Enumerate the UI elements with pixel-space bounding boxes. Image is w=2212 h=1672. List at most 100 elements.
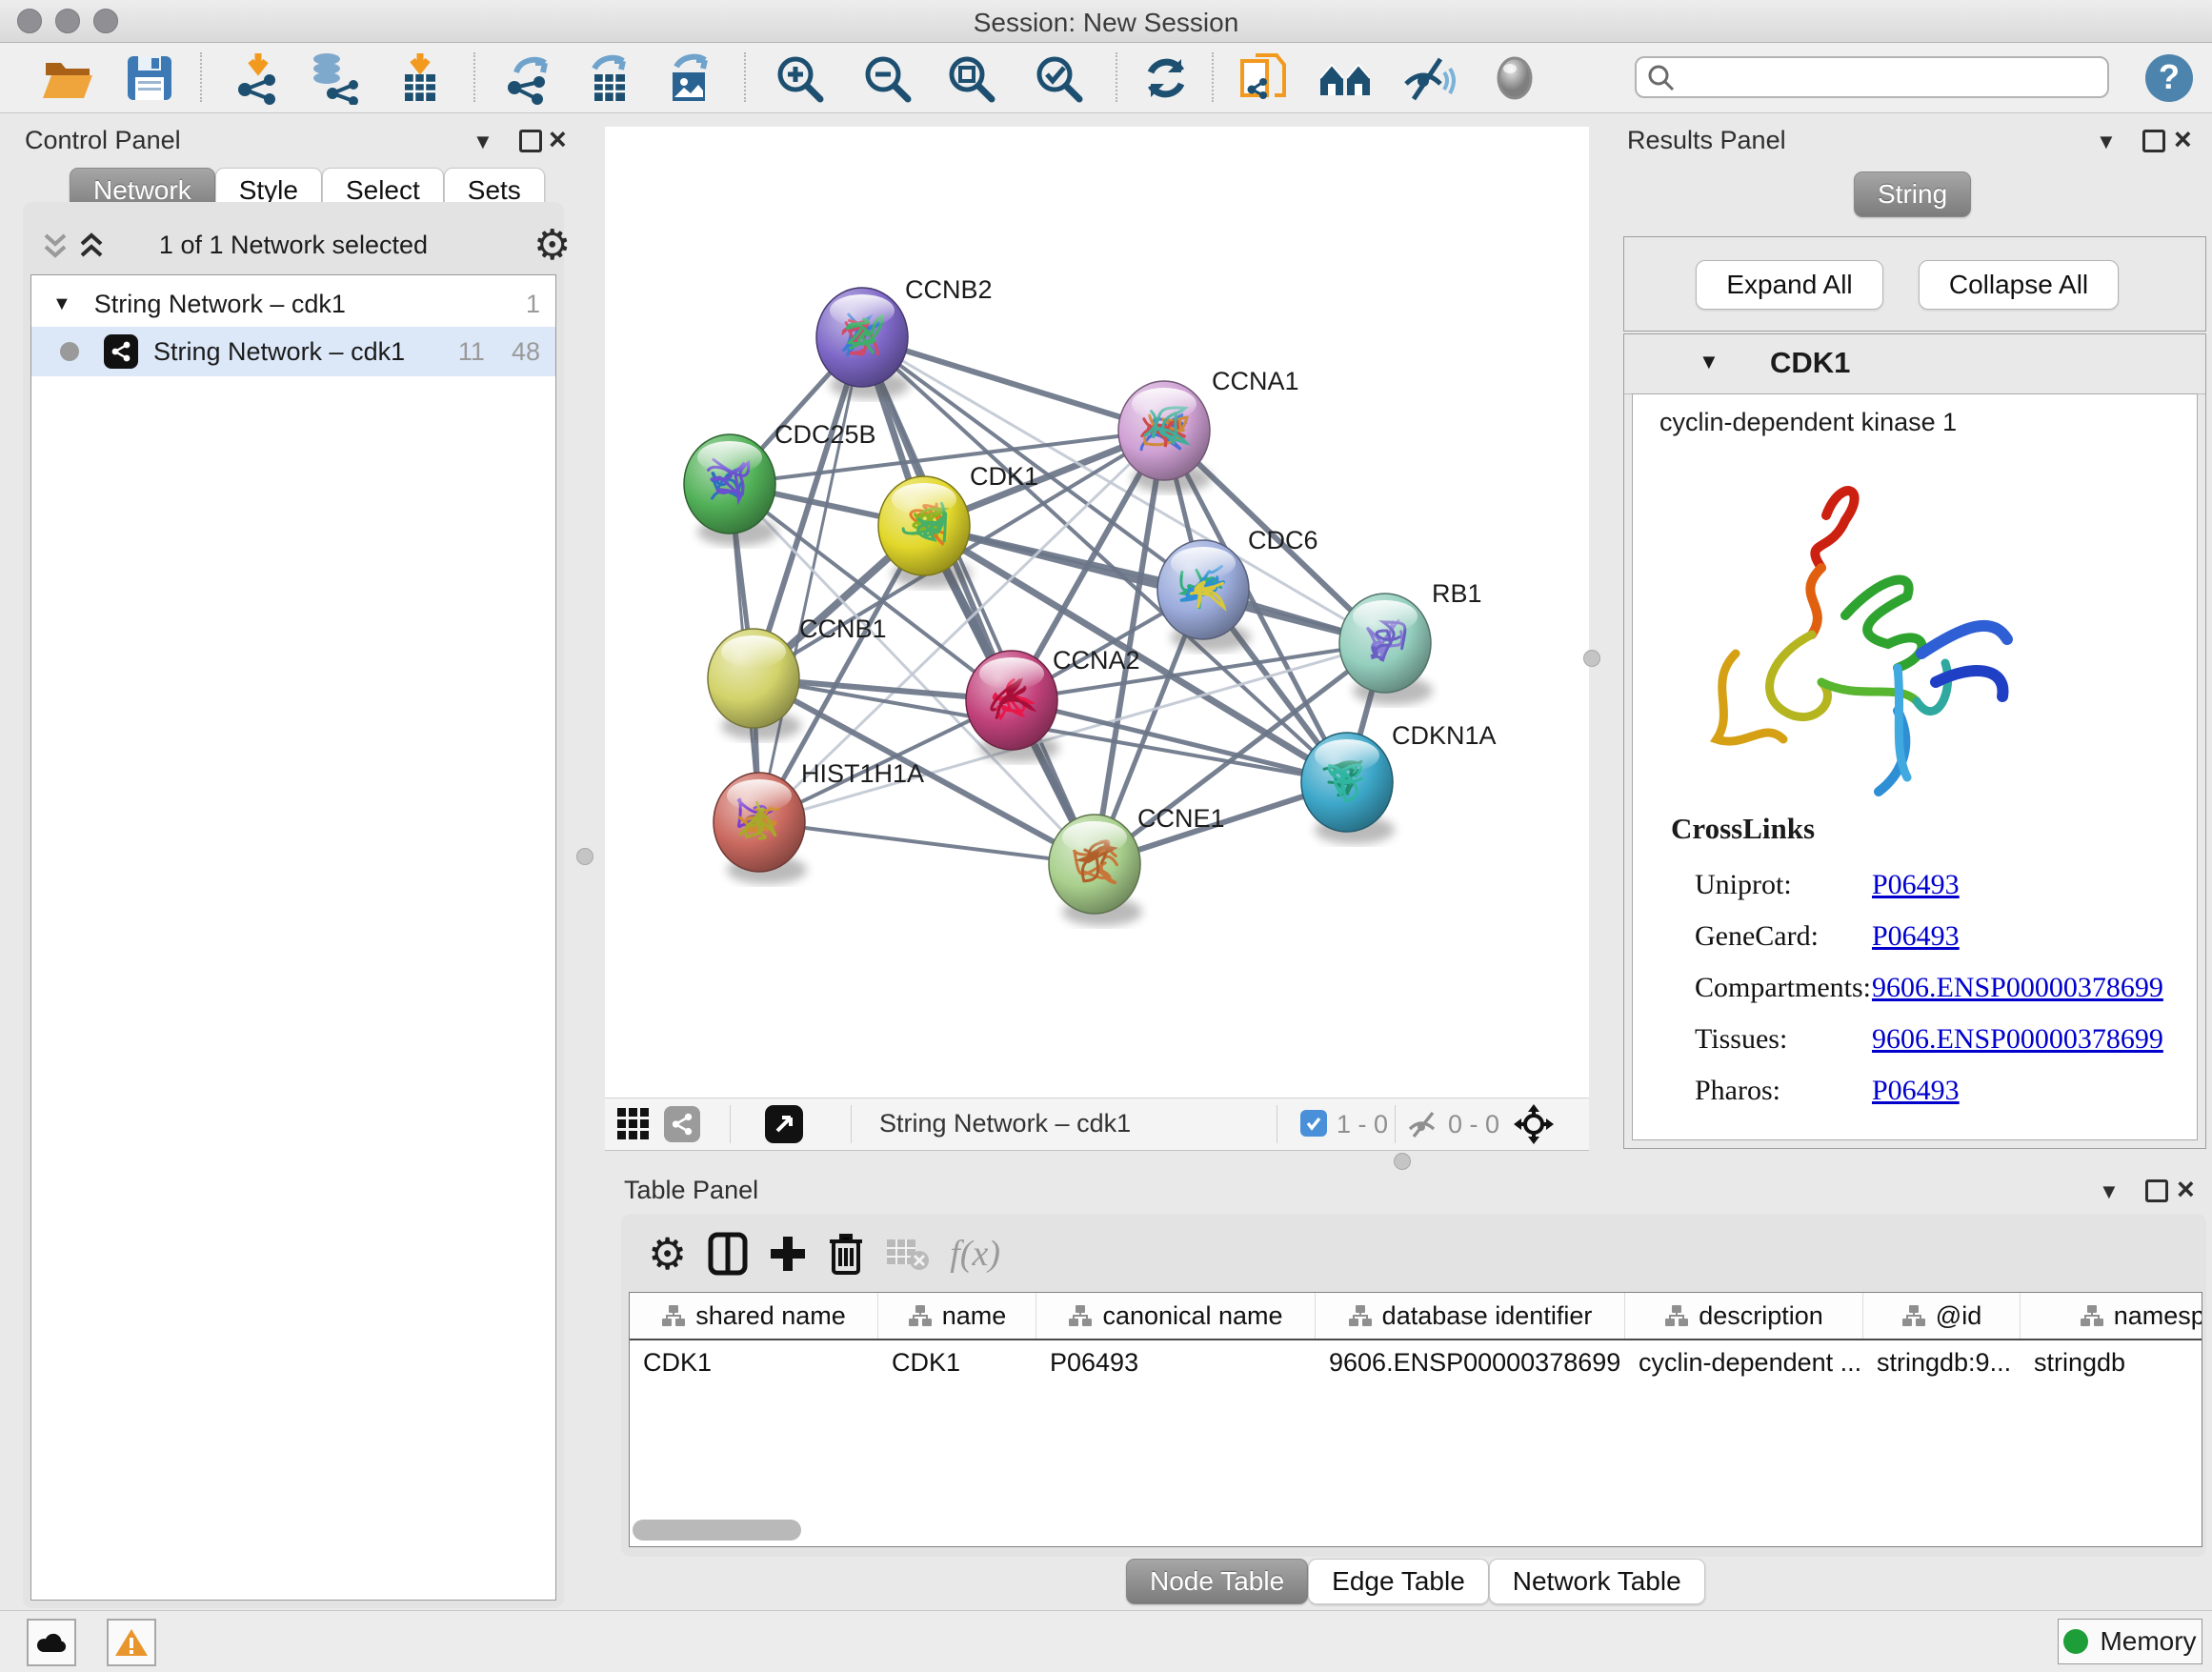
tab-edge-table[interactable]: Edge Table xyxy=(1308,1559,1489,1604)
import-network-database-icon[interactable] xyxy=(307,50,362,106)
network-node-CDKN1A[interactable] xyxy=(1301,733,1395,844)
control-panel-collapse-icon[interactable]: ▼ xyxy=(473,131,493,152)
control-panel-float-icon[interactable] xyxy=(519,130,542,152)
network-node-HIST1H1A[interactable] xyxy=(714,773,807,884)
crosslink-label: GeneCard: xyxy=(1695,920,1872,953)
table-cell[interactable]: cyclin-dependent ... xyxy=(1625,1348,1863,1378)
network-node-CCNA1[interactable] xyxy=(1118,381,1212,493)
table-panel-close-icon[interactable]: × xyxy=(2177,1174,2195,1204)
column-header-name[interactable]: name xyxy=(878,1293,1036,1339)
import-network-icon[interactable] xyxy=(232,50,288,106)
network-node-RB1[interactable] xyxy=(1339,594,1433,705)
column-header-shared-name[interactable]: shared name xyxy=(630,1293,878,1339)
table-cell[interactable]: CDK1 xyxy=(630,1348,878,1378)
tab-network-table[interactable]: Network Table xyxy=(1489,1559,1705,1604)
crosslink-tissues-link[interactable]: 9606.ENSP00000378699 xyxy=(1872,1023,2163,1056)
import-table-icon[interactable] xyxy=(392,50,448,106)
search-input[interactable] xyxy=(1635,56,2109,98)
export-network-icon[interactable] xyxy=(502,50,557,106)
hide-selected-icon[interactable] xyxy=(1401,50,1457,106)
gear-icon[interactable]: ⚙ xyxy=(533,221,571,270)
left-splitter-handle[interactable] xyxy=(576,848,593,865)
table-cell[interactable]: stringdb xyxy=(2021,1348,2202,1378)
eye-icon[interactable] xyxy=(1487,50,1542,106)
selected-checkbox-icon[interactable] xyxy=(1300,1110,1327,1137)
gear-icon[interactable]: ⚙ xyxy=(648,1228,687,1279)
right-splitter-handle[interactable] xyxy=(1583,650,1600,667)
save-session-icon[interactable] xyxy=(122,50,177,106)
column-header-description[interactable]: description xyxy=(1625,1293,1863,1339)
network-node-CDK1[interactable] xyxy=(878,476,972,588)
warning-icon xyxy=(114,1627,149,1658)
column-header-id[interactable]: @id xyxy=(1863,1293,2021,1339)
network-node-CCNE1[interactable] xyxy=(1049,815,1142,926)
add-column-icon[interactable] xyxy=(769,1235,807,1273)
search-icon xyxy=(1646,63,1677,93)
results-panel-float-icon[interactable] xyxy=(2142,130,2165,152)
zoom-in-icon[interactable] xyxy=(772,50,827,106)
table-row[interactable]: CDK1CDK1P064939606.ENSP00000378699cyclin… xyxy=(630,1340,2202,1384)
crosslink-uniprot-link[interactable]: P06493 xyxy=(1872,869,1960,901)
network-node-CDC25B[interactable] xyxy=(684,434,777,546)
memory-button[interactable]: Memory xyxy=(2058,1619,2202,1664)
crosslink-compartments-link[interactable]: 9606.ENSP00000378699 xyxy=(1872,972,2163,1004)
open-session-icon[interactable] xyxy=(40,50,95,106)
crosslink-row: Pharos:P06493 xyxy=(1695,1065,2190,1117)
network-row-selected[interactable]: String Network – cdk1 11 48 xyxy=(31,327,555,376)
zoom-out-icon[interactable] xyxy=(859,50,915,106)
export-image-icon[interactable] xyxy=(662,50,717,106)
table-panel-float-icon[interactable] xyxy=(2145,1179,2168,1202)
horizontal-scrollbar[interactable] xyxy=(633,1520,801,1541)
table-cell[interactable]: P06493 xyxy=(1036,1348,1316,1378)
cloud-button[interactable] xyxy=(27,1619,76,1666)
horizontal-splitter-handle[interactable] xyxy=(1394,1153,1411,1170)
tab-string[interactable]: String xyxy=(1854,171,1971,217)
network-node-CDC6[interactable] xyxy=(1157,540,1251,652)
help-icon[interactable]: ? xyxy=(2142,50,2197,106)
table-cell[interactable]: 9606.ENSP00000378699 xyxy=(1316,1348,1625,1378)
protein-section-header[interactable]: ▼ CDK1 xyxy=(1624,334,2205,394)
table-panel-content: ⚙ f(x) shared namenamecanonical namedata… xyxy=(621,1214,2206,1557)
export-table-icon[interactable] xyxy=(582,50,637,106)
refresh-icon[interactable] xyxy=(1138,50,1194,106)
network-collection-row[interactable]: ▼ String Network – cdk1 1 xyxy=(31,279,555,329)
crosslink-pharos-link[interactable]: P06493 xyxy=(1872,1075,1960,1107)
grid-view-icon[interactable] xyxy=(617,1108,650,1140)
collapse-all-button[interactable]: Collapse All xyxy=(1919,260,2119,310)
protein-detail-card: cyclin-dependent kinase 1 CrossLinks xyxy=(1632,393,2198,1140)
toolbar-divider xyxy=(1395,1105,1396,1143)
birdseye-view-icon[interactable] xyxy=(765,1105,803,1143)
move-crosshair-icon[interactable] xyxy=(1512,1102,1556,1146)
tab-node-table[interactable]: Node Table xyxy=(1126,1559,1308,1604)
share-view-icon[interactable] xyxy=(664,1106,700,1142)
control-panel-close-icon[interactable]: × xyxy=(549,124,567,154)
control-panel-title: Control Panel xyxy=(25,126,181,155)
section-collapse-icon[interactable]: ▼ xyxy=(1699,350,1719,374)
crosslink-genecard-link[interactable]: P06493 xyxy=(1872,920,1960,953)
window-titlebar: Session: New Session xyxy=(0,0,2212,43)
zoom-selected-icon[interactable] xyxy=(1031,50,1086,106)
table-panel-collapse-icon[interactable]: ▼ xyxy=(2099,1181,2120,1202)
column-header-namespace[interactable]: namespace xyxy=(2021,1293,2202,1339)
tree-expand-icon[interactable]: ▼ xyxy=(52,293,71,315)
network-type-icon xyxy=(104,334,138,369)
string-home-icon[interactable] xyxy=(1317,50,1373,106)
column-header-database-identifier[interactable]: database identifier xyxy=(1316,1293,1625,1339)
network-node-CCNA2[interactable] xyxy=(966,651,1059,762)
node-label-CCNB1: CCNB1 xyxy=(799,614,887,643)
results-panel-close-icon[interactable]: × xyxy=(2174,124,2192,154)
clone-network-icon[interactable] xyxy=(1236,50,1291,106)
network-node-CCNB2[interactable] xyxy=(816,288,910,399)
column-header-canonical-name[interactable]: canonical name xyxy=(1036,1293,1316,1339)
warning-button[interactable] xyxy=(107,1619,156,1666)
delete-column-icon[interactable] xyxy=(828,1232,864,1276)
network-node-CCNB1[interactable] xyxy=(708,629,801,740)
table-cell[interactable]: stringdb:9... xyxy=(1863,1348,2021,1378)
expand-all-button[interactable]: Expand All xyxy=(1696,260,1883,310)
results-panel-collapse-icon[interactable]: ▼ xyxy=(2096,131,2117,152)
columns-icon[interactable] xyxy=(708,1232,748,1276)
table-cell[interactable]: CDK1 xyxy=(878,1348,1036,1378)
network-canvas[interactable]: CCNB2CCNA1CDC25BCCNB1HIST1H1ACDK1CDC6RB1… xyxy=(605,127,1589,1098)
zoom-fit-icon[interactable] xyxy=(943,50,998,106)
hidden-eye-icon[interactable] xyxy=(1407,1110,1439,1138)
